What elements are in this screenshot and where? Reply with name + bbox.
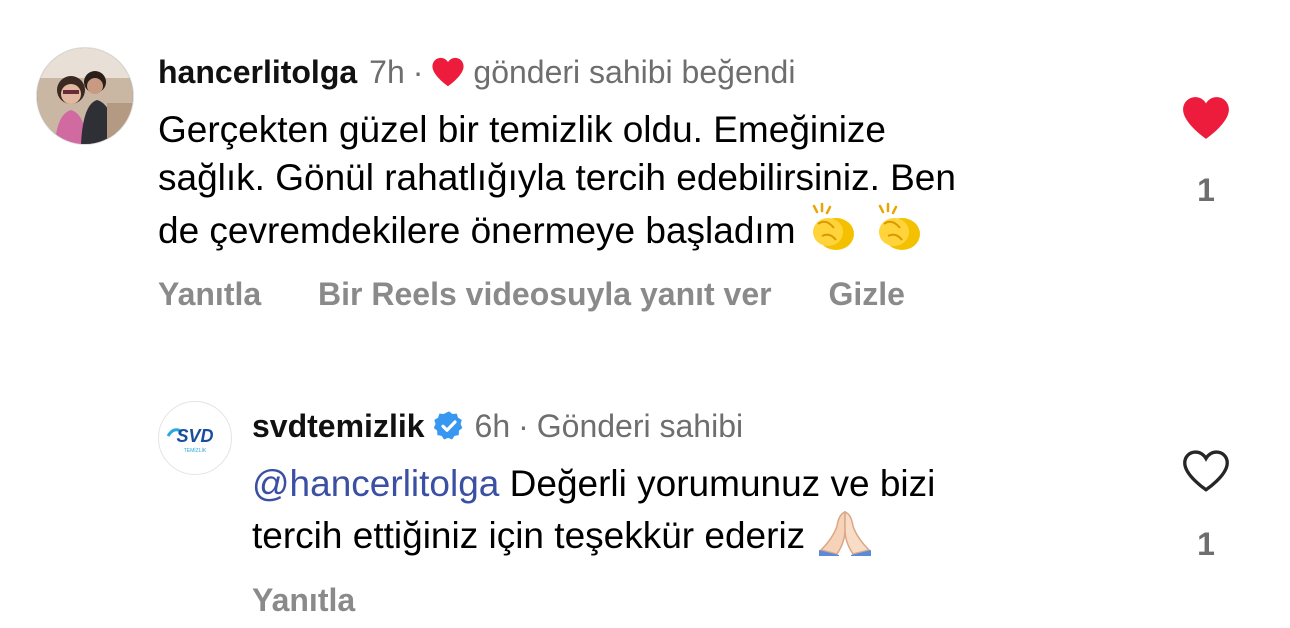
praying-hands-icon [815, 508, 875, 568]
comment-text: @hancerlitolga Değerli yorumunuz ve bizi… [252, 460, 1152, 568]
author-label: Gönderi sahibi [536, 408, 744, 444]
avatar[interactable]: SVD TEMİZLİK [158, 401, 232, 475]
comment-hancerlitolga: hancerlitolga 7h · gönderi sahibi beğend… [0, 0, 1290, 340]
reply-button[interactable]: Yanıtla [158, 276, 261, 312]
verified-badge-icon [433, 411, 462, 440]
comment-text-line-3: de çevremdekilere önermeye başladım [158, 202, 1138, 264]
svd-logo-icon: SVD TEMİZLİK [166, 426, 214, 454]
username[interactable]: svdtemizlik [252, 406, 425, 446]
hide-button[interactable]: Gizle [828, 276, 904, 312]
comment-text-line: tercih ettiğiniz için teşekkür ederiz [252, 514, 806, 556]
reply-button[interactable]: Yanıtla [252, 582, 355, 618]
logo-text: SVD [176, 426, 213, 446]
comment-text-line-1: @hancerlitolga Değerli yorumunuz ve bizi [252, 460, 1152, 508]
comment-actions: Yanıtla Bir Reels videosuyla yanıt ver G… [158, 274, 953, 314]
avatar[interactable] [36, 47, 134, 145]
comment-actions: Yanıtla [252, 580, 403, 620]
comment-svdtemizlik: SVD TEMİZLİK svdtemizlik 6h · Gönderi sa… [0, 340, 1290, 628]
like-count: 1 [1197, 526, 1215, 562]
comment-text-line: Gerçekten güzel bir temizlik oldu. Emeği… [158, 109, 886, 150]
logo-subtext: TEMİZLİK [184, 447, 207, 454]
username[interactable]: hancerlitolga [158, 52, 357, 92]
comment-text-line: de çevremdekilere önermeye başladım [158, 209, 796, 251]
mention-link[interactable]: @hancerlitolga [252, 463, 499, 504]
heart-outline-icon[interactable] [1181, 448, 1231, 494]
avatar-photo-icon [37, 48, 133, 144]
separator-dot: · [518, 408, 529, 444]
separator-dot: · [412, 54, 424, 90]
clapping-hands-icon [806, 202, 862, 264]
creator-liked-label: gönderi sahibi beğendi [473, 54, 796, 90]
timestamp: 6h [474, 408, 511, 444]
heart-small-icon [432, 57, 464, 87]
timestamp: 7h [369, 54, 405, 90]
like-count: 1 [1197, 172, 1215, 208]
comment-text-line: sağlık. Gönül rahatlığıyla tercih edebil… [158, 157, 956, 198]
reels-reply-button[interactable]: Bir Reels videosuyla yanıt ver [318, 276, 772, 312]
heart-filled-icon[interactable] [1181, 95, 1231, 141]
comment-text-line-2: tercih ettiğiniz için teşekkür ederiz [252, 508, 1152, 568]
comment-text: Gerçekten güzel bir temizlik oldu. Emeği… [158, 106, 1138, 264]
clapping-hands-icon [872, 202, 928, 264]
comment-header: hancerlitolga 7h · gönderi sahibi beğend… [158, 52, 795, 92]
comment-header: svdtemizlik 6h · Gönderi sahibi [252, 406, 743, 446]
comment-text-line: Değerli yorumunuz ve bizi [509, 463, 936, 504]
